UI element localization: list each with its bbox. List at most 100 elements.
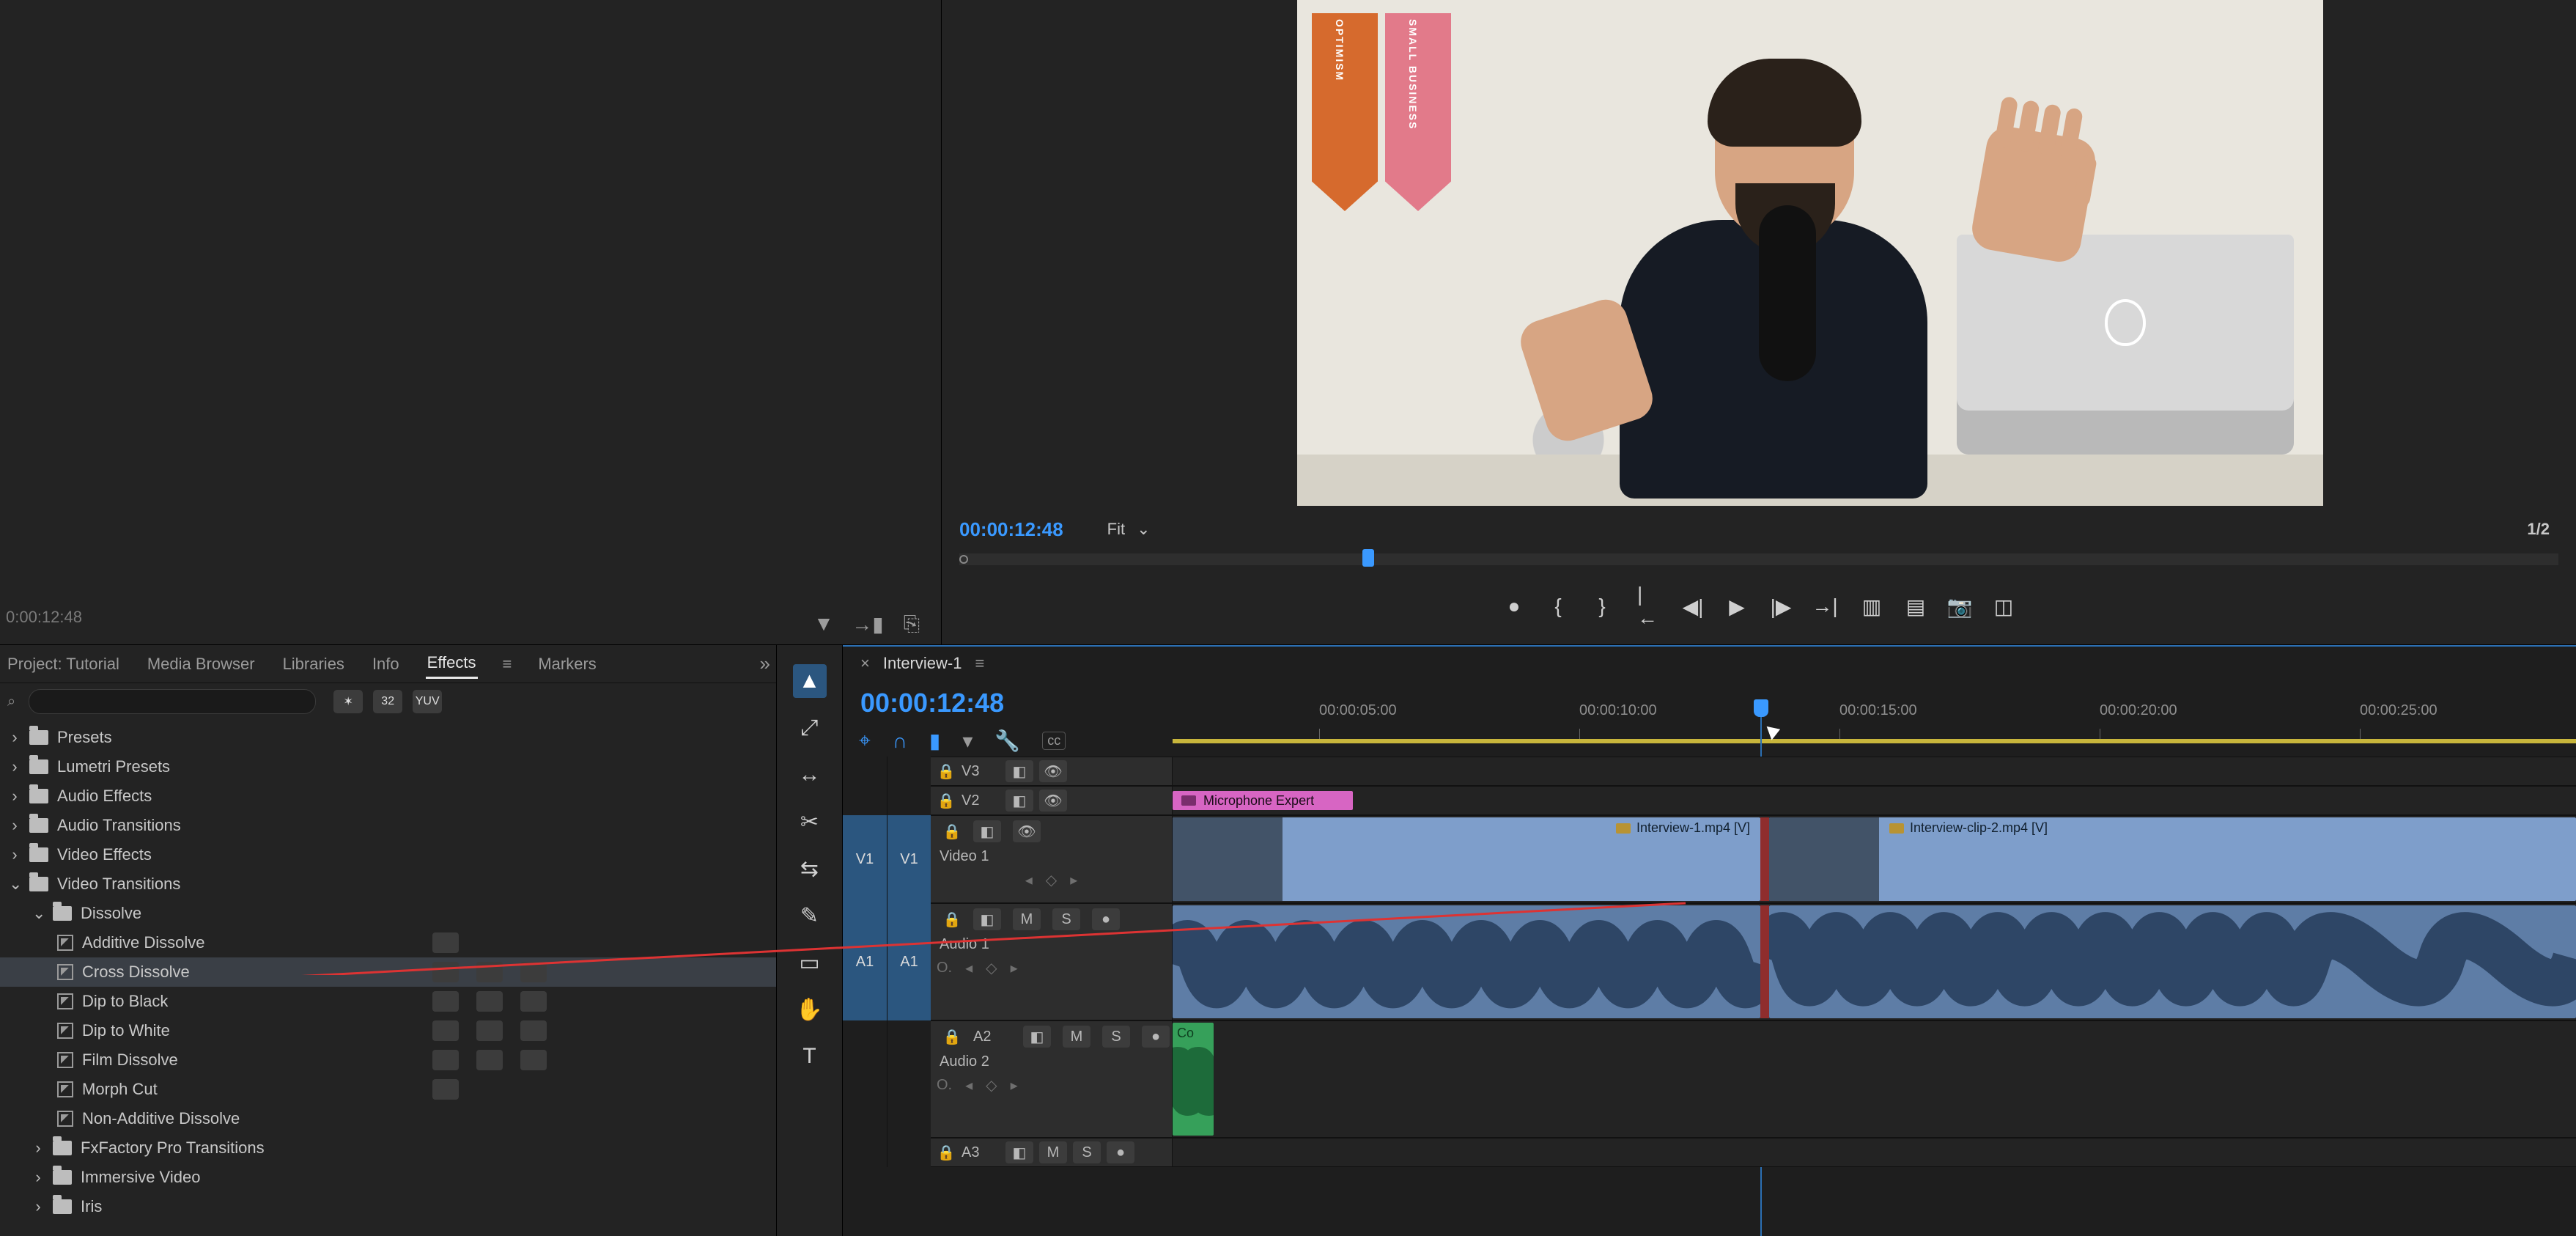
track-header-a2[interactable]: 🔒 A2 ◧ M S ● Audio 2 O. ◂ ◇ ▸: [931, 1020, 1173, 1138]
zoom-select[interactable]: Fit ⌄: [1107, 520, 1151, 539]
sync-lock-icon[interactable]: ◧: [973, 820, 1001, 842]
playback-resolution[interactable]: 1/2: [2527, 520, 2550, 539]
clip-title[interactable]: Microphone Expert: [1173, 791, 1353, 810]
lock-icon[interactable]: 🔒: [937, 823, 967, 841]
step-back-icon[interactable]: ◀|: [1681, 595, 1705, 618]
tab-info[interactable]: Info: [371, 650, 401, 678]
tree-iris[interactable]: ›Iris: [0, 1192, 776, 1221]
solo-icon[interactable]: S: [1073, 1141, 1101, 1163]
tree-fxfactory[interactable]: ›FxFactory Pro Transitions: [0, 1133, 776, 1163]
pen-tool-icon[interactable]: ✎: [793, 899, 827, 932]
close-sequence-icon[interactable]: ×: [860, 654, 870, 673]
mark-out-icon[interactable]: }: [1590, 595, 1614, 618]
comparison-view-icon[interactable]: ◫: [1992, 595, 2015, 618]
insert-icon[interactable]: →▮: [856, 612, 879, 636]
tab-media-browser[interactable]: Media Browser: [146, 650, 257, 678]
selection-tool-icon[interactable]: ▲: [793, 664, 827, 698]
mute-icon[interactable]: M: [1039, 1141, 1067, 1163]
audio-clip-2[interactable]: [1769, 905, 2576, 1018]
play-icon[interactable]: ▶: [1725, 595, 1749, 618]
lock-icon[interactable]: 🔒: [937, 911, 967, 929]
sync-lock-icon[interactable]: ◧: [1005, 1141, 1033, 1163]
toggle-output-icon[interactable]: 👁: [1013, 820, 1041, 842]
voiceover-icon[interactable]: ●: [1092, 908, 1120, 930]
razor-tool-icon[interactable]: ✂: [793, 805, 827, 839]
panel-menu-icon[interactable]: ≡: [503, 655, 512, 674]
add-marker-icon[interactable]: ▮: [929, 729, 940, 753]
sync-lock-icon[interactable]: ◧: [1005, 790, 1033, 812]
tree-audio-transitions[interactable]: ›Audio Transitions: [0, 811, 776, 840]
audio-clip-1[interactable]: [1173, 905, 1760, 1018]
clip-interview-1[interactable]: Interview-1.mp4 [V]: [1173, 817, 1760, 901]
lift-icon[interactable]: ▥: [1860, 595, 1883, 618]
next-keyframe-icon[interactable]: ▸: [1011, 1076, 1018, 1095]
track-target-a2[interactable]: [887, 1020, 931, 1138]
add-marker-icon[interactable]: ●: [1502, 595, 1526, 618]
scrub-start-icon[interactable]: [959, 555, 968, 564]
lock-icon[interactable]: 🔒: [931, 1144, 962, 1162]
clip-interview-2[interactable]: Interview-clip-2.mp4 [V]: [1769, 817, 2576, 901]
track-target-a3[interactable]: [887, 1138, 931, 1167]
sync-lock-icon[interactable]: ◧: [973, 908, 1001, 930]
track-target-v2[interactable]: [887, 786, 931, 815]
source-patch-a2[interactable]: [843, 1020, 887, 1138]
snap-icon[interactable]: ⌖: [859, 729, 871, 753]
tree-presets[interactable]: ›Presets: [0, 723, 776, 752]
tab-libraries[interactable]: Libraries: [281, 650, 346, 678]
hand-tool-icon[interactable]: ✋: [793, 993, 827, 1026]
lock-icon[interactable]: 🔒: [931, 792, 962, 810]
tree-video-effects[interactable]: ›Video Effects: [0, 840, 776, 869]
track-target-v3[interactable]: [887, 757, 931, 786]
source-patch-a3[interactable]: [843, 1138, 887, 1167]
track-header-a1[interactable]: 🔒 ◧ M S ● Audio 1 O. ◂ ◇ ▸: [931, 903, 1173, 1020]
rectangle-tool-icon[interactable]: ▭: [793, 946, 827, 979]
effect-dip-to-black[interactable]: Dip to Black: [0, 987, 776, 1016]
voiceover-icon[interactable]: ●: [1107, 1141, 1134, 1163]
track-target-v1[interactable]: V1: [887, 815, 931, 903]
captions-icon[interactable]: cc: [1042, 732, 1066, 750]
next-keyframe-icon[interactable]: ▸: [1011, 959, 1018, 977]
mute-icon[interactable]: M: [1013, 908, 1041, 930]
source-patch-v3[interactable]: [843, 757, 887, 786]
time-ruler[interactable]: 00:00:05:00 00:00:10:00 00:00:15:00 00:0…: [1173, 702, 2576, 743]
filter-icon[interactable]: ▼: [812, 612, 835, 636]
track-header-a3[interactable]: 🔒 A3 ◧ M S ●: [931, 1138, 1173, 1167]
next-keyframe-icon[interactable]: ▸: [1070, 871, 1077, 889]
yuv-filter-icon[interactable]: YUV: [413, 690, 442, 713]
step-forward-icon[interactable]: |▶: [1769, 595, 1793, 618]
tab-project[interactable]: Project: Tutorial: [6, 650, 121, 678]
sequence-name[interactable]: Interview-1: [883, 654, 962, 673]
go-to-in-icon[interactable]: |←: [1637, 595, 1661, 618]
tabs-overflow-icon[interactable]: »: [760, 652, 770, 675]
sequence-menu-icon[interactable]: ≡: [975, 654, 984, 673]
program-mini-timeline[interactable]: [959, 553, 2558, 565]
tab-effects[interactable]: Effects: [426, 649, 478, 679]
tree-immersive[interactable]: ›Immersive Video: [0, 1163, 776, 1192]
effect-additive-dissolve[interactable]: Additive Dissolve: [0, 928, 776, 957]
prev-keyframe-icon[interactable]: ◂: [965, 959, 973, 977]
track-target-a1[interactable]: A1: [887, 903, 931, 1020]
effect-non-additive-dissolve[interactable]: Non-Additive Dissolve: [0, 1104, 776, 1133]
music-clip[interactable]: Co: [1173, 1023, 1214, 1136]
effect-film-dissolve[interactable]: Film Dissolve: [0, 1045, 776, 1075]
lock-icon[interactable]: 🔒: [931, 762, 962, 781]
effects-search-input[interactable]: [29, 689, 316, 714]
tree-video-transitions[interactable]: ⌄Video Transitions: [0, 869, 776, 899]
source-patch-v2[interactable]: [843, 786, 887, 815]
tree-dissolve[interactable]: ⌄Dissolve: [0, 899, 776, 928]
slip-tool-icon[interactable]: ⇆: [793, 852, 827, 886]
track-select-tool-icon[interactable]: ⤢: [793, 711, 827, 745]
toggle-output-icon[interactable]: 👁: [1039, 790, 1067, 812]
program-timecode[interactable]: 00:00:12:48: [959, 518, 1063, 541]
go-to-out-icon[interactable]: →|: [1813, 595, 1837, 618]
transition-cross-dissolve[interactable]: [1760, 817, 1769, 901]
effect-morph-cut[interactable]: Morph Cut: [0, 1075, 776, 1104]
effect-cross-dissolve[interactable]: Cross Dissolve: [0, 957, 776, 987]
toggle-output-icon[interactable]: 👁: [1039, 760, 1067, 782]
insert-overwrite-icon[interactable]: ▾: [962, 729, 973, 753]
playhead-grip-icon[interactable]: [1754, 699, 1768, 717]
32bit-filter-icon[interactable]: 32: [373, 690, 402, 713]
track-header-v3[interactable]: 🔒 V3 ◧ 👁: [931, 757, 1173, 786]
prev-keyframe-icon[interactable]: ◂: [965, 1076, 973, 1095]
solo-icon[interactable]: S: [1052, 908, 1080, 930]
